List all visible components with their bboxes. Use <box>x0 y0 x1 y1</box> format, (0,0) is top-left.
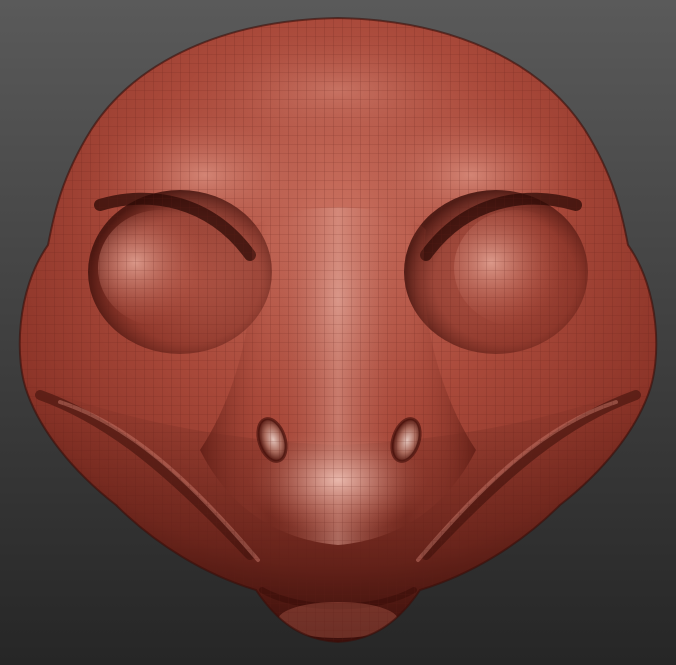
render-canvas <box>0 0 676 665</box>
sculpt-viewport[interactable] <box>0 0 676 665</box>
